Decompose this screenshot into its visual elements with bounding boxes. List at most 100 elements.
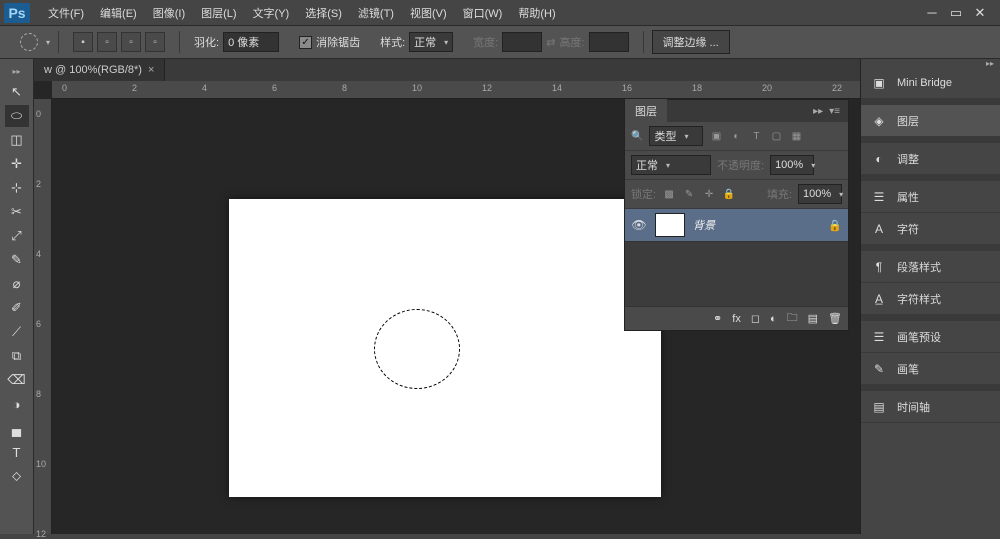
refine-edge-button[interactable]: 调整边缘 ... — [652, 30, 730, 54]
marquee-tool[interactable]: ⬭ — [5, 105, 29, 127]
swap-icon: ⇄ — [546, 36, 555, 49]
layers-panel: 图层 ▸▸▾≡ 🔍 类型▾ ▣ ◐ T ▢ ▦ 正常▾ 不透明度: — [624, 99, 849, 331]
toolbox-collapse[interactable]: ▸▸ — [0, 67, 33, 75]
dock-layers[interactable]: ◈图层 — [861, 105, 1000, 137]
new-layer-icon[interactable]: ▤ — [808, 312, 818, 325]
layer-lock-icon: 🔒 — [828, 219, 842, 232]
dock-character[interactable]: A字符 — [861, 213, 1000, 245]
right-dock: ▸▸ ▣Mini Bridge ◈图层 ◐调整 ☰属性 A字符 ¶段落样式 A̲… — [860, 59, 1000, 534]
opacity-input[interactable]: 100%▾ — [770, 155, 814, 175]
close-button[interactable]: ✕ — [972, 7, 988, 19]
dock-adjustments[interactable]: ◐调整 — [861, 143, 1000, 175]
lock-position-icon[interactable]: ✛ — [702, 187, 716, 201]
lock-paint-icon[interactable]: ✎ — [682, 187, 696, 201]
menu-filter[interactable]: 滤镜(T) — [350, 1, 402, 25]
dock-collapse[interactable]: ▸▸ — [861, 59, 1000, 67]
eraser-tool[interactable]: ⟋ — [5, 321, 29, 343]
layer-style-icon[interactable]: fx — [732, 313, 741, 325]
history-brush-tool[interactable]: ✐ — [5, 297, 29, 319]
ruler-vertical: 0 2 4 6 8 10 12 — [34, 99, 52, 534]
dock-character-styles[interactable]: A̲字符样式 — [861, 283, 1000, 315]
dock-properties[interactable]: ☰属性 — [861, 181, 1000, 213]
tab-close-icon[interactable]: × — [148, 64, 154, 76]
antialias-label: 消除锯齿 — [316, 34, 360, 50]
selection-intersect-icon[interactable]: ▫ — [145, 32, 165, 52]
layers-footer: ⚭ fx ◻ ◐ 🗀 ▤ 🗑 — [625, 306, 848, 330]
dock-paragraph-styles[interactable]: ¶段落样式 — [861, 251, 1000, 283]
pen-tool[interactable]: ▄ — [5, 417, 29, 439]
type-tool[interactable]: T — [5, 441, 29, 463]
layer-mask-icon[interactable]: ◻ — [751, 312, 760, 325]
options-bar: ▾ ▪ ▫ ▫ ▫ 羽化: ✓ 消除锯齿 样式: 正常▾ 宽度: ⇄ 高度: 调… — [0, 25, 1000, 59]
fill-input[interactable]: 100%▾ — [798, 184, 842, 204]
filter-adjust-icon[interactable]: ◐ — [729, 129, 743, 143]
charstyle-icon: A̲ — [871, 291, 887, 307]
dodge-tool[interactable]: ◑ — [5, 393, 29, 415]
menu-help[interactable]: 帮助(H) — [510, 1, 563, 25]
dock-mini-bridge[interactable]: ▣Mini Bridge — [861, 67, 1000, 99]
menu-window[interactable]: 窗口(W) — [455, 1, 511, 25]
feather-label: 羽化: — [194, 34, 219, 50]
antialias-checkbox[interactable]: ✓ — [299, 36, 312, 49]
stamp-tool[interactable]: ⌀ — [5, 273, 29, 295]
height-input — [589, 32, 629, 52]
restore-button[interactable]: ▭ — [948, 7, 964, 19]
dock-brush[interactable]: ✎画笔 — [861, 353, 1000, 385]
layer-thumbnail[interactable] — [655, 213, 685, 237]
style-label: 样式: — [380, 34, 405, 50]
selection-new-icon[interactable]: ▪ — [73, 32, 93, 52]
menu-view[interactable]: 视图(V) — [402, 1, 455, 25]
group-icon[interactable]: 🗀 — [787, 309, 798, 328]
adjustment-layer-icon[interactable]: ◐ — [770, 313, 777, 325]
layers-panel-tab[interactable]: 图层 — [625, 99, 667, 123]
document-tab-title: w @ 100%(RGB/8*) — [44, 64, 142, 76]
lock-transparent-icon[interactable]: ▩ — [662, 187, 676, 201]
dock-timeline[interactable]: ▤时间轴 — [861, 391, 1000, 423]
delete-layer-icon[interactable]: 🗑 — [828, 312, 842, 325]
eyedropper-tool[interactable]: ✂ — [5, 201, 29, 223]
layer-row[interactable]: 👁 背景 🔒 — [625, 209, 848, 242]
filter-type-icon[interactable]: T — [749, 129, 763, 143]
healing-tool[interactable]: ⤢ — [5, 225, 29, 247]
move-tool[interactable]: ↖ — [5, 81, 29, 103]
menu-edit[interactable]: 编辑(E) — [92, 1, 145, 25]
selection-subtract-icon[interactable]: ▫ — [121, 32, 141, 52]
filter-pixel-icon[interactable]: ▣ — [709, 129, 723, 143]
style-select[interactable]: 正常▾ — [409, 32, 453, 52]
blend-mode-select[interactable]: 正常▾ — [631, 155, 711, 175]
canvas-stage[interactable]: 图层 ▸▸▾≡ 🔍 类型▾ ▣ ◐ T ▢ ▦ 正常▾ 不透明度: — [52, 99, 860, 534]
minimize-button[interactable]: ─ — [924, 7, 940, 19]
magic-wand-tool[interactable]: ✛ — [5, 153, 29, 175]
path-select-tool[interactable]: ⬦ — [5, 465, 29, 487]
current-tool-icon[interactable] — [20, 33, 38, 51]
brush-tool[interactable]: ✎ — [5, 249, 29, 271]
opacity-label: 不透明度: — [717, 157, 764, 173]
blur-tool[interactable]: ⌫ — [5, 369, 29, 391]
crop-tool[interactable]: ⊹ — [5, 177, 29, 199]
menu-type[interactable]: 文字(Y) — [245, 1, 298, 25]
filter-shape-icon[interactable]: ▢ — [769, 129, 783, 143]
menu-layer[interactable]: 图层(L) — [193, 1, 244, 25]
canvas[interactable] — [229, 199, 661, 497]
feather-input[interactable] — [223, 32, 279, 52]
elliptical-selection — [374, 309, 460, 389]
menu-file[interactable]: 文件(F) — [40, 1, 92, 25]
menu-select[interactable]: 选择(S) — [297, 1, 350, 25]
window-controls: ─ ▭ ✕ — [924, 7, 996, 19]
toolbox: ▸▸ ↖ ⬭ ◫ ✛ ⊹ ✂ ⤢ ✎ ⌀ ✐ ⟋ ⧉ ⌫ ◑ ▄ T ⬦ — [0, 59, 34, 534]
document-tab[interactable]: w @ 100%(RGB/8*) × — [34, 59, 165, 81]
link-layers-icon[interactable]: ⚭ — [713, 312, 722, 325]
dock-brush-presets[interactable]: ☰画笔预设 — [861, 321, 1000, 353]
tool-preset-arrow[interactable]: ▾ — [46, 38, 50, 47]
filter-smart-icon[interactable]: ▦ — [789, 129, 803, 143]
panel-menu-icon[interactable]: ▸▸▾≡ — [805, 106, 848, 117]
adjust-icon: ◐ — [871, 151, 887, 167]
lasso-tool[interactable]: ◫ — [5, 129, 29, 151]
layer-filter-select[interactable]: 类型▾ — [649, 126, 703, 146]
gradient-tool[interactable]: ⧉ — [5, 345, 29, 367]
fill-label: 填充: — [767, 186, 792, 202]
visibility-icon[interactable]: 👁 — [631, 217, 647, 233]
lock-all-icon[interactable]: 🔒 — [722, 187, 736, 201]
selection-add-icon[interactable]: ▫ — [97, 32, 117, 52]
menu-image[interactable]: 图像(I) — [145, 1, 193, 25]
